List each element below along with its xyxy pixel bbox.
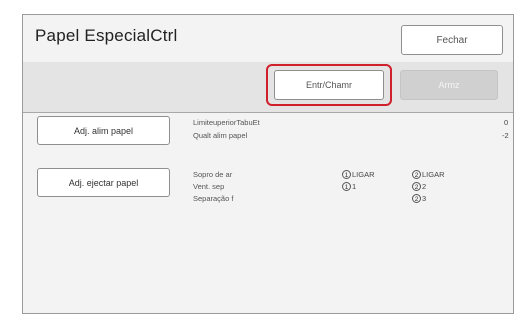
sep-fan-setting-2: 22 bbox=[412, 182, 426, 191]
separation-setting-2: 23 bbox=[412, 194, 426, 203]
toolbar-divider bbox=[23, 112, 513, 113]
separation-label: Separação f bbox=[193, 194, 234, 203]
feed-quality-label: Qualt alim papel bbox=[193, 131, 248, 140]
top-limit-label: LimiteuperiorTabuEt bbox=[193, 118, 260, 127]
feed-quality-value: -2 bbox=[502, 131, 509, 140]
air-blow-setting-1: 1 LIGAR bbox=[342, 170, 375, 179]
adjust-eject-button[interactable]: Adj. ejectar papel bbox=[37, 168, 170, 197]
air-blow-setting-2: 2 LIGAR bbox=[412, 170, 445, 179]
air-blow-label: Sopro de ar bbox=[193, 170, 233, 179]
special-paper-dialog: Papel EspecialCtrl Fechar Entr/Chamr Arm… bbox=[22, 14, 514, 314]
sep-fan-setting-1: 11 bbox=[342, 182, 356, 191]
dialog-title: Papel EspecialCtrl bbox=[35, 26, 178, 45]
adjust-paper-feed-button[interactable]: Adj. alim papel bbox=[37, 116, 170, 145]
store-button: Armz bbox=[400, 70, 498, 100]
enter-call-button[interactable]: Entr/Chamr bbox=[274, 70, 384, 100]
close-button[interactable]: Fechar bbox=[401, 25, 503, 55]
sep-fan-label: Vent. sep bbox=[193, 182, 225, 191]
top-limit-value: 0 bbox=[504, 118, 509, 127]
